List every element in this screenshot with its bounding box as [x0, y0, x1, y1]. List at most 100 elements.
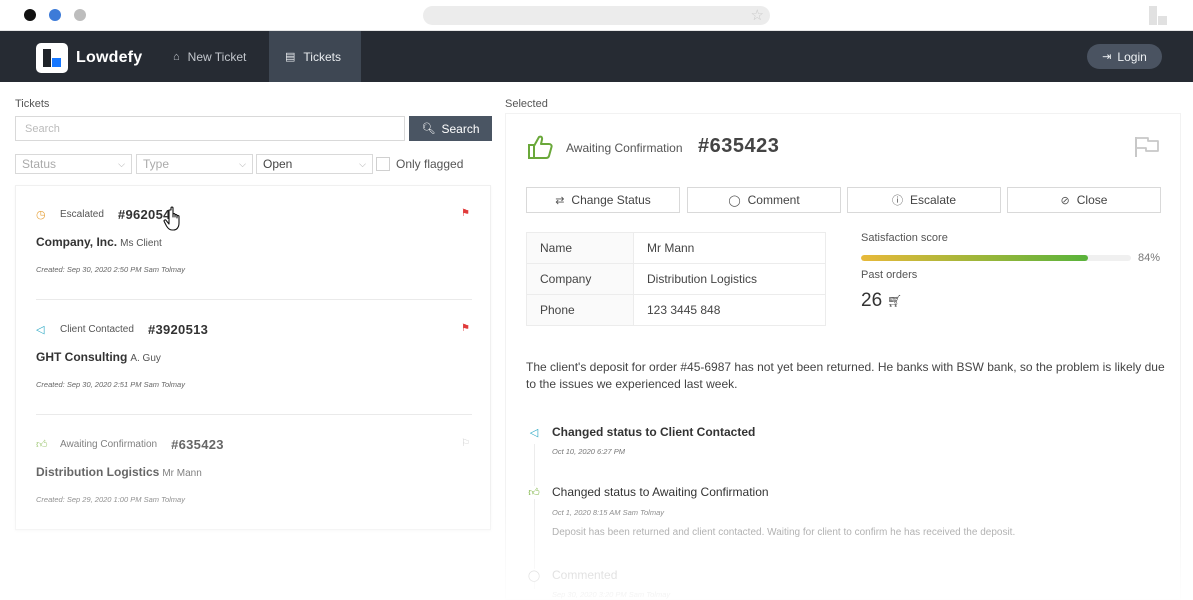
nav-item-new-ticket[interactable]: ⌂ New Ticket — [157, 31, 262, 82]
thumbs-up-icon: 👍︎ — [527, 486, 541, 499]
type-filter-select[interactable]: Type ⌵ — [136, 154, 253, 174]
timeline-title: Commented — [552, 568, 618, 582]
ticket-company-name: Distribution Logistics — [36, 465, 160, 479]
ticket-status: Client Contacted — [60, 323, 134, 335]
detail-key: Name — [526, 232, 634, 264]
comment-label: Comment — [747, 193, 800, 207]
ticket-created: Created: Sep 29, 2020 1:00 PM Sam Tolmay — [36, 495, 185, 504]
ticket-status-row: ◷ Escalated #962054 — [36, 205, 171, 223]
hand-cursor-icon — [163, 206, 180, 231]
browser-chrome: ☆ — [0, 0, 1193, 31]
selected-ticket-number: #635423 — [698, 135, 780, 157]
type-filter-placeholder: Type — [143, 157, 170, 171]
chevron-down-icon: ⌵ — [239, 158, 246, 169]
status-filter-select[interactable]: Status ⌵ — [15, 154, 132, 174]
search-input[interactable]: Search — [15, 116, 405, 141]
ticket-status: Awaiting Confirmation — [60, 438, 158, 450]
megaphone-icon: ◁ — [527, 426, 541, 439]
flag-icon[interactable]: ⚑ — [461, 323, 470, 334]
timeline-date: Oct 1, 2020 8:15 AM Sam Tolmay — [552, 508, 664, 517]
ticket-company: GHT Consulting A. Guy — [36, 350, 161, 364]
ticket-contact: A. Guy — [130, 353, 161, 364]
customer-details-table: Name Mr Mann Company Distribution Logist… — [526, 232, 826, 326]
ticket-status: Escalated — [60, 208, 104, 220]
divider — [36, 299, 472, 300]
satisfaction-progress-bar — [861, 255, 1131, 261]
satisfaction-progress-fill — [861, 255, 1088, 261]
close-button[interactable]: ⊘ Close — [1007, 187, 1161, 213]
search-placeholder: Search — [25, 122, 60, 135]
satisfaction-percent: 84% — [1138, 252, 1161, 264]
browser-logo-icon — [1149, 6, 1169, 25]
selected-ticket-status: Awaiting Confirmation — [566, 141, 683, 155]
timeline-note: Deposit has been returned and client con… — [552, 527, 1016, 538]
swap-icon: ⇄ — [555, 194, 565, 207]
state-filter-select[interactable]: Open ⌵ — [256, 154, 373, 174]
flag-outline-icon[interactable] — [1134, 136, 1160, 158]
lowdefy-logo-icon — [36, 43, 68, 73]
change-status-button[interactable]: ⇄ Change Status — [526, 187, 680, 213]
window-maximize-dot[interactable] — [74, 9, 86, 21]
table-row: Name Mr Mann — [526, 232, 826, 264]
search-button-label: Search — [441, 121, 480, 136]
comment-button[interactable]: ◯ Comment — [687, 187, 841, 213]
stop-icon: ⊘ — [1060, 194, 1070, 207]
table-row: Company Distribution Logistics — [526, 263, 826, 295]
brand[interactable]: Lowdefy — [36, 43, 142, 73]
ticket-status-row: 👍︎ Awaiting Confirmation #635423 — [36, 435, 224, 453]
window-close-dot[interactable] — [24, 9, 36, 21]
timeline-title: Changed status to Client Contacted — [552, 425, 756, 439]
detail-value: 123 3445 848 — [633, 294, 826, 326]
house-icon: ⌂ — [173, 50, 180, 63]
nav-item-label: New Ticket — [187, 49, 247, 64]
selected-section-label: Selected — [505, 98, 548, 110]
chevron-down-icon: ⌵ — [359, 158, 366, 169]
satisfaction-label: Satisfaction score — [861, 232, 948, 244]
timeline-line — [534, 444, 535, 589]
ticket-list: ◷ Escalated #962054 ⚑ Company, Inc. Ms Cl… — [15, 185, 491, 530]
login-button[interactable]: ⇥ Login — [1087, 44, 1162, 69]
ticket-contact: Mr Mann — [162, 468, 202, 479]
ticket-description: The client's deposit for order #45-6987 … — [526, 360, 1165, 391]
flag-icon[interactable]: ⚑ — [461, 208, 470, 219]
ticket-company: Distribution Logistics Mr Mann — [36, 465, 202, 479]
tickets-section-label: Tickets — [15, 98, 50, 110]
ticket-contact: Ms Client — [120, 238, 162, 249]
timeline-date: Oct 10, 2020 6:27 PM — [552, 447, 625, 456]
alert-icon: ⓘ — [891, 195, 903, 207]
login-icon: ⇥ — [1102, 51, 1112, 63]
bookmark-star-icon[interactable]: ☆ — [751, 7, 764, 24]
top-navbar: Lowdefy ⌂ New Ticket ▤ Tickets ⇥ Login — [0, 31, 1193, 82]
comment-icon: ◯ — [728, 194, 741, 207]
only-flagged-label[interactable]: Only flagged — [396, 157, 463, 171]
ticket-company-name: Company, Inc. — [36, 235, 118, 249]
thumbs-up-icon: 👍︎ — [36, 438, 48, 451]
timeline-title: Changed status to Awaiting Confirmation — [552, 485, 769, 499]
window-minimize-dot[interactable] — [49, 9, 61, 21]
nav-item-tickets[interactable]: ▤ Tickets — [269, 31, 361, 82]
ticket-number: #3920513 — [147, 321, 209, 337]
detail-key: Company — [526, 263, 634, 295]
past-orders-count: 26 — [861, 290, 883, 311]
table-row: Phone 123 3445 848 — [526, 294, 826, 326]
clock-icon: ◷ — [36, 208, 46, 221]
address-bar[interactable]: ☆ — [423, 6, 770, 25]
document-icon: ▤ — [285, 51, 296, 63]
close-label: Close — [1076, 193, 1108, 207]
divider — [36, 414, 472, 415]
past-orders-label: Past orders — [861, 269, 918, 281]
detail-value: Mr Mann — [633, 232, 826, 264]
past-orders-value: 26 🛒︎ — [861, 290, 902, 312]
ticket-created: Created: Sep 30, 2020 2:51 PM Sam Tolmay — [36, 380, 185, 389]
chevron-down-icon: ⌵ — [118, 158, 125, 169]
escalate-label: Escalate — [909, 193, 957, 207]
detail-value: Distribution Logistics — [633, 263, 826, 295]
flag-icon[interactable]: ⚐ — [461, 438, 470, 449]
escalate-button[interactable]: ⓘ Escalate — [847, 187, 1001, 213]
brand-name: Lowdefy — [76, 49, 143, 66]
search-button[interactable]: 🔍︎ Search — [409, 116, 492, 141]
ticket-company-name: GHT Consulting — [36, 350, 128, 364]
only-flagged-checkbox[interactable] — [376, 157, 390, 171]
comment-icon: ◯ — [527, 569, 541, 582]
ticket-number: #635423 — [171, 436, 224, 452]
